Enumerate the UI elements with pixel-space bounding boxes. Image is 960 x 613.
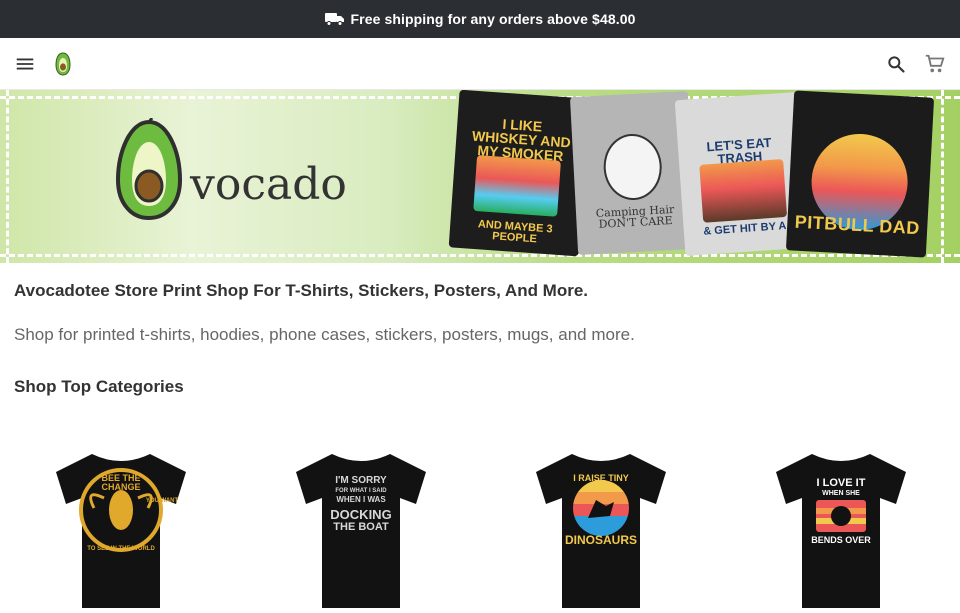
avocado-logo-icon: [115, 118, 183, 221]
tshirt-image: [56, 454, 186, 608]
category-label: DINOSAURS: [564, 533, 637, 547]
category-label: THE BOAT: [333, 521, 389, 533]
banner-border: [0, 254, 960, 257]
category-label: TO SEE IN THE WORLD: [87, 546, 155, 552]
cart-icon[interactable]: [924, 53, 946, 75]
category-label: WHEN SHE: [822, 490, 860, 497]
brand-logo: vocado: [112, 118, 347, 222]
brand-text: vocado: [190, 159, 347, 210]
store-description: Shop for printed t-shirts, hoodies, phon…: [14, 325, 635, 344]
category-label: I LOVE IT: [816, 477, 866, 489]
tshirt-image: [776, 454, 906, 608]
category-label: I'M SORRY: [335, 475, 387, 486]
category-card[interactable]: I'M SORRY FOR WHAT I SAID WHEN I WAS DOC…: [288, 448, 438, 608]
category-label: BENDS OVER: [811, 535, 871, 545]
hero-banner[interactable]: vocado I LIKE WHISKEY AND MY SMOKER AND …: [0, 90, 960, 263]
banner-shirt-1: I LIKE WHISKEY AND MY SMOKER AND MAYBE 3…: [448, 90, 590, 257]
site-header: [0, 38, 960, 90]
category-label: I RAISE TINY: [573, 473, 629, 483]
announcement-bar: Free shipping for any orders above $48.0…: [0, 0, 960, 38]
category-card[interactable]: BEE THE CHANGE YOU WANT TO SEE IN THE WO…: [48, 448, 198, 608]
category-label: FOR WHAT I SAID: [335, 488, 387, 494]
shirt-text: PITBULL DAD: [794, 211, 921, 239]
category-grid: BEE THE CHANGE YOU WANT TO SEE IN THE WO…: [0, 448, 960, 608]
banner-border: [6, 90, 9, 263]
truck-icon: [324, 12, 345, 26]
category-label: WHEN I WAS: [336, 495, 386, 504]
category-label: DOCKING: [330, 507, 392, 522]
category-label: BEE THE CHANGE: [101, 473, 141, 493]
category-card[interactable]: I RAISE TINY DINOSAURS: [528, 448, 678, 608]
banner-border: [941, 90, 944, 263]
category-label: YOU WANT: [145, 498, 179, 504]
search-icon[interactable]: [886, 54, 906, 74]
shirt-text: & GET HIT BY A: [702, 219, 787, 238]
category-card[interactable]: I LOVE IT WHEN SHE BENDS OVER: [768, 448, 918, 608]
menu-icon[interactable]: [14, 53, 36, 75]
banner-shirt-4: PITBULL DAD: [785, 90, 935, 258]
categories-heading: Shop Top Categories: [14, 377, 184, 396]
avocado-logo-icon[interactable]: [54, 51, 72, 76]
shirt-graphic: [601, 132, 664, 202]
announcement-text: Free shipping for any orders above $48.0…: [350, 11, 636, 27]
shirt-graphic: [699, 159, 788, 223]
tshirt-image: [536, 454, 666, 608]
shirt-text: Camping Hair DON'T CARE: [595, 202, 675, 231]
shirt-text: AND MAYBE 3 PEOPLE: [477, 218, 553, 246]
store-title: Avocadotee Store Print Shop For T-Shirts…: [14, 281, 589, 300]
shirt-graphic: [473, 155, 561, 217]
